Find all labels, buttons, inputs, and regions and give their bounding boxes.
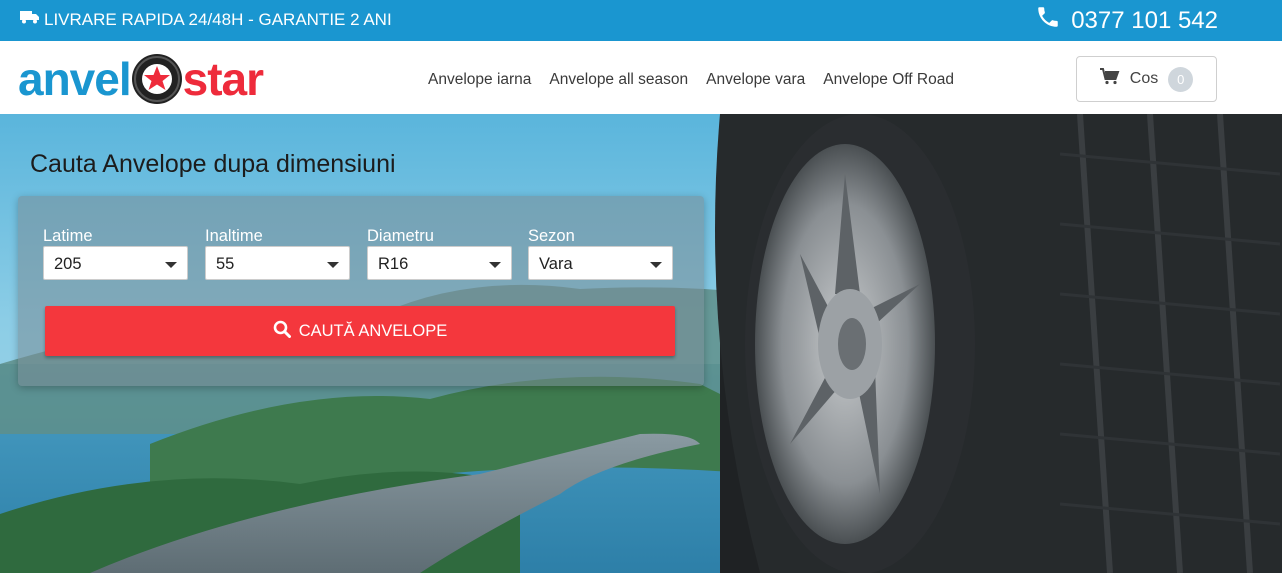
hero-title: Cauta Anvelope dupa dimensiuni <box>30 150 396 178</box>
height-select[interactable]: 55 <box>205 246 350 280</box>
cart-label: Cos <box>1129 70 1159 87</box>
chevron-down-icon <box>327 262 339 268</box>
season-select[interactable]: Vara <box>528 246 673 280</box>
truck-icon <box>20 9 40 30</box>
search-tires-button[interactable]: CAUTĂ ANVELOPE <box>45 306 675 356</box>
width-value: 205 <box>54 255 82 273</box>
cart-icon <box>1099 68 1120 90</box>
diameter-select[interactable]: R16 <box>367 246 512 280</box>
tire-search-panel: Latime 205 Inaltime 55 Diametru R16 Sezo… <box>18 196 704 386</box>
width-select[interactable]: 205 <box>43 246 188 280</box>
logo[interactable]: anvel star <box>18 53 264 105</box>
logo-text-part2: star <box>182 53 264 105</box>
cart-button[interactable]: Cos 0 <box>1076 56 1217 102</box>
nav-item-summer[interactable]: Anvelope vara <box>706 71 805 89</box>
height-label: Inaltime <box>205 227 263 245</box>
nav-item-all-season[interactable]: Anvelope all season <box>549 71 688 89</box>
hero-banner: Cauta Anvelope dupa dimensiuni Latime 20… <box>0 114 1282 573</box>
height-field: Inaltime 55 <box>205 226 350 280</box>
tire-star-icon <box>131 54 182 104</box>
season-label: Sezon <box>528 227 575 245</box>
phone-link[interactable]: 0377 101 542 <box>1035 4 1218 37</box>
logo-text-part1: anvel <box>18 53 132 105</box>
chevron-down-icon <box>650 262 662 268</box>
season-value: Vara <box>539 255 573 273</box>
phone-number: 0377 101 542 <box>1071 6 1218 34</box>
header: anvel star Anvelope iarna Anvelope all s… <box>0 41 1282 114</box>
search-button-label: CAUTĂ ANVELOPE <box>298 321 448 340</box>
chevron-down-icon <box>489 262 501 268</box>
delivery-text: LIVRARE RAPIDA 24/48H - GARANTIE 2 ANI <box>44 9 392 29</box>
top-bar: LIVRARE RAPIDA 24/48H - GARANTIE 2 ANI 0… <box>0 0 1282 41</box>
delivery-info: LIVRARE RAPIDA 24/48H - GARANTIE 2 ANI <box>20 9 392 30</box>
search-icon <box>273 320 291 343</box>
chevron-down-icon <box>165 262 177 268</box>
diameter-field: Diametru R16 <box>367 226 512 280</box>
width-field: Latime 205 <box>43 226 188 280</box>
height-value: 55 <box>216 255 235 273</box>
diameter-label: Diametru <box>367 227 434 245</box>
nav-item-winter[interactable]: Anvelope iarna <box>428 71 531 89</box>
main-nav: Anvelope iarna Anvelope all season Anvel… <box>428 71 954 89</box>
diameter-value: R16 <box>378 255 409 273</box>
season-field: Sezon Vara <box>528 226 673 280</box>
phone-icon <box>1035 4 1061 37</box>
width-label: Latime <box>43 227 93 245</box>
nav-item-off-road[interactable]: Anvelope Off Road <box>823 71 954 89</box>
cart-count-badge: 0 <box>1168 66 1194 92</box>
